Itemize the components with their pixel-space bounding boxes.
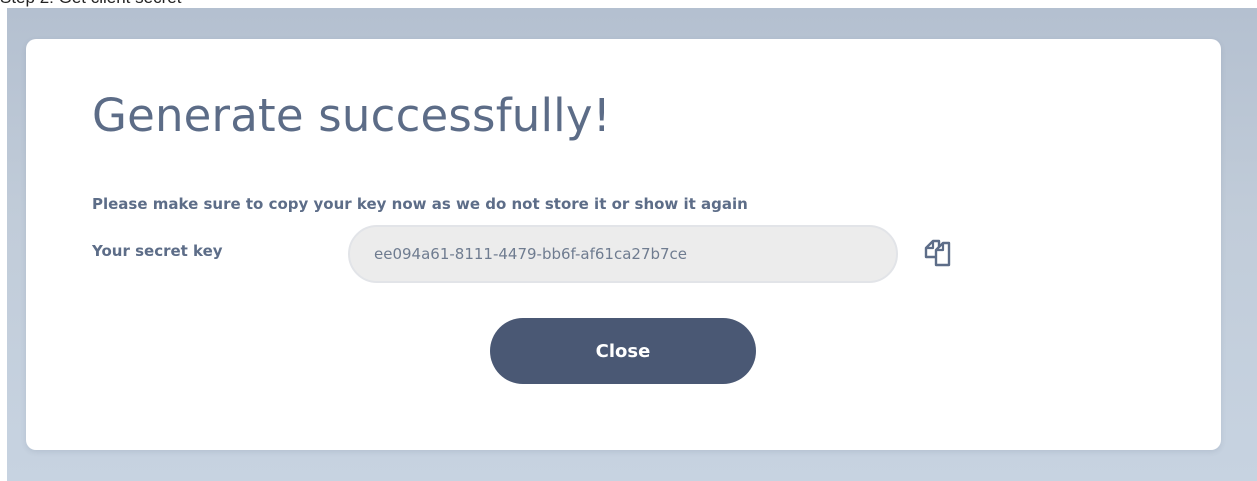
secret-key-field[interactable] bbox=[348, 225, 898, 283]
modal-overlay: Generate successfully! Please make sure … bbox=[7, 8, 1257, 481]
copy-key-button[interactable] bbox=[917, 233, 957, 273]
secret-generated-dialog: Generate successfully! Please make sure … bbox=[26, 39, 1221, 450]
dialog-title: Generate successfully! bbox=[92, 89, 611, 142]
secret-key-label: Your secret key bbox=[92, 242, 223, 260]
close-button[interactable]: Close bbox=[490, 318, 756, 384]
document-step-heading: Step 2: Get client secret bbox=[0, 0, 181, 8]
copy-icon bbox=[924, 239, 951, 267]
copy-warning-text: Please make sure to copy your key now as… bbox=[92, 195, 748, 213]
